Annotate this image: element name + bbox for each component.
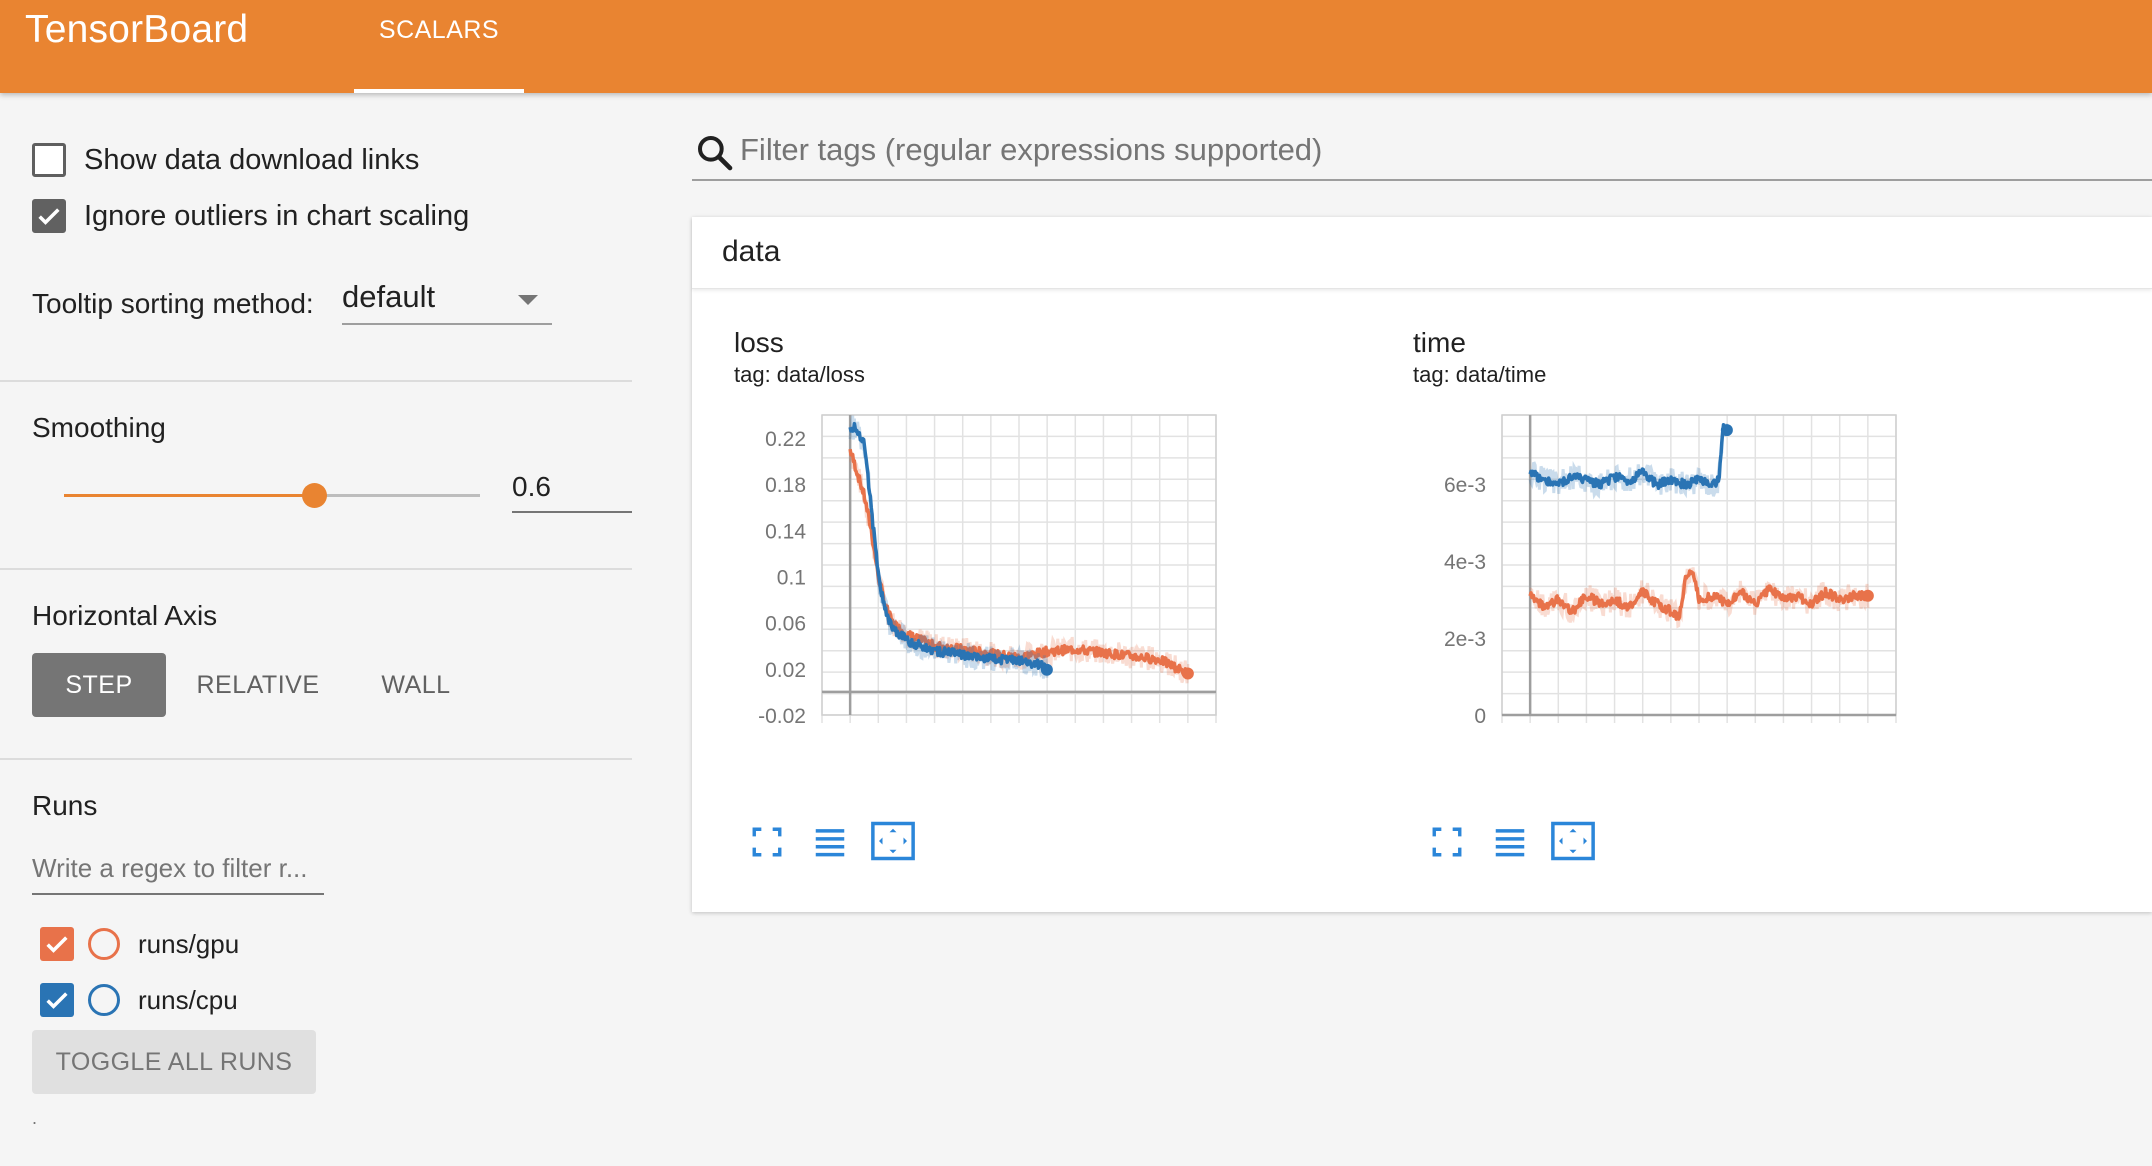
y-tick-label: -0.02 <box>758 705 806 727</box>
log-scale-icon[interactable] <box>810 823 850 861</box>
y-tick-label: 4e-3 <box>1444 551 1486 574</box>
fullscreen-icon[interactable] <box>1430 825 1464 859</box>
series-end-marker <box>1181 667 1194 680</box>
series-end-marker <box>1861 589 1874 602</box>
run-cpu-label: runs/cpu <box>138 984 238 1015</box>
smoothing-slider-thumb[interactable] <box>302 483 327 508</box>
card-title: data <box>722 235 781 268</box>
run-gpu-color-circle[interactable] <box>88 928 120 960</box>
fit-domain-icon[interactable] <box>870 820 916 862</box>
tooltip-sorting-value: default <box>342 279 436 314</box>
run-cpu-checkbox[interactable] <box>40 983 74 1017</box>
horizontal-axis-title: Horizontal Axis <box>32 600 218 631</box>
y-tick-label: 0.06 <box>765 613 806 636</box>
chart-time-tag: tag: data/time <box>1413 362 1547 387</box>
runs-footer: . <box>32 1108 38 1128</box>
filter-tags-input[interactable]: Filter tags (regular expressions support… <box>740 128 2152 180</box>
search-icon <box>698 136 733 171</box>
checkmark-icon <box>38 208 60 225</box>
card-header[interactable]: data <box>692 217 2152 289</box>
y-tick-label: 0.02 <box>765 659 806 682</box>
log-scale-icon[interactable] <box>1490 823 1530 861</box>
run-cpu-color-circle[interactable] <box>88 984 120 1016</box>
smoothing-value-input[interactable]: 0.6 <box>512 463 632 513</box>
ignore-outliers-checkbox[interactable] <box>32 199 66 233</box>
smoothing-title: Smoothing <box>32 412 166 443</box>
runs-filter-input[interactable]: Write a regex to filter r... <box>32 845 324 895</box>
category-card-data: data loss tag: data/loss 02004006008001k… <box>692 217 2152 912</box>
y-tick-label: 0.18 <box>765 474 806 497</box>
show-download-links-row[interactable]: Show data download links <box>32 143 419 177</box>
top-bar: TensorBoard SCALARS <box>0 0 2152 93</box>
run-item-cpu[interactable]: runs/cpu <box>40 983 238 1017</box>
axis-relative-button[interactable]: RELATIVE <box>180 653 336 717</box>
toggle-all-runs-button[interactable]: TOGGLE ALL RUNS <box>32 1030 316 1094</box>
tooltip-sorting-select[interactable]: default <box>342 273 552 325</box>
tooltip-sorting-label: Tooltip sorting method: <box>32 288 314 319</box>
ignore-outliers-label: Ignore outliers in chart scaling <box>84 199 470 232</box>
series-line-runs-cpu <box>848 421 1049 673</box>
y-tick-label: 2e-3 <box>1444 628 1486 651</box>
divider <box>0 568 632 570</box>
show-download-links-checkbox[interactable] <box>32 143 66 177</box>
app-title: TensorBoard <box>25 8 249 51</box>
y-tick-label: 6e-3 <box>1444 474 1486 497</box>
chart-loss[interactable]: 02004006008001k1.2k0.220.180.140.10.060.… <box>712 397 1412 727</box>
sidebar: Show data download links Ignore outliers… <box>0 93 632 1166</box>
checkmark-icon <box>46 992 68 1009</box>
run-item-gpu[interactable]: runs/gpu <box>40 927 239 961</box>
axis-step-button[interactable]: STEP <box>32 653 166 717</box>
series-end-marker <box>1040 663 1053 676</box>
axis-wall-button[interactable]: WALL <box>356 653 476 717</box>
checkmark-icon <box>46 936 68 953</box>
ignore-outliers-row[interactable]: Ignore outliers in chart scaling <box>32 199 469 233</box>
tab-scalars-label: SCALARS <box>378 16 500 44</box>
divider <box>0 758 632 760</box>
smoothing-slider[interactable] <box>64 483 480 508</box>
fit-domain-icon[interactable] <box>1550 820 1596 862</box>
dropdown-arrow-icon <box>518 295 538 305</box>
smoothing-slider-fill <box>64 494 314 497</box>
show-download-links-label: Show data download links <box>84 143 420 176</box>
chart-time[interactable]: 02004006008001k1.2k6e-34e-32e-30 <box>1392 397 2092 727</box>
run-gpu-label: runs/gpu <box>138 928 240 959</box>
y-tick-label: 0.14 <box>765 520 806 543</box>
chart-loss-tag: tag: data/loss <box>734 362 865 387</box>
chart-loss-title: loss <box>734 327 784 358</box>
tab-scalars[interactable]: SCALARS <box>354 0 524 93</box>
divider <box>0 380 632 382</box>
chart-time-title: time <box>1413 327 1466 358</box>
run-gpu-checkbox[interactable] <box>40 927 74 961</box>
filter-tags-underline <box>692 179 2152 181</box>
y-tick-label: 0 <box>1474 705 1486 727</box>
y-tick-label: 0.22 <box>765 428 806 451</box>
y-tick-label: 0.1 <box>777 567 806 590</box>
fullscreen-icon[interactable] <box>750 825 784 859</box>
runs-title: Runs <box>32 790 98 821</box>
series-end-marker <box>1720 424 1733 437</box>
